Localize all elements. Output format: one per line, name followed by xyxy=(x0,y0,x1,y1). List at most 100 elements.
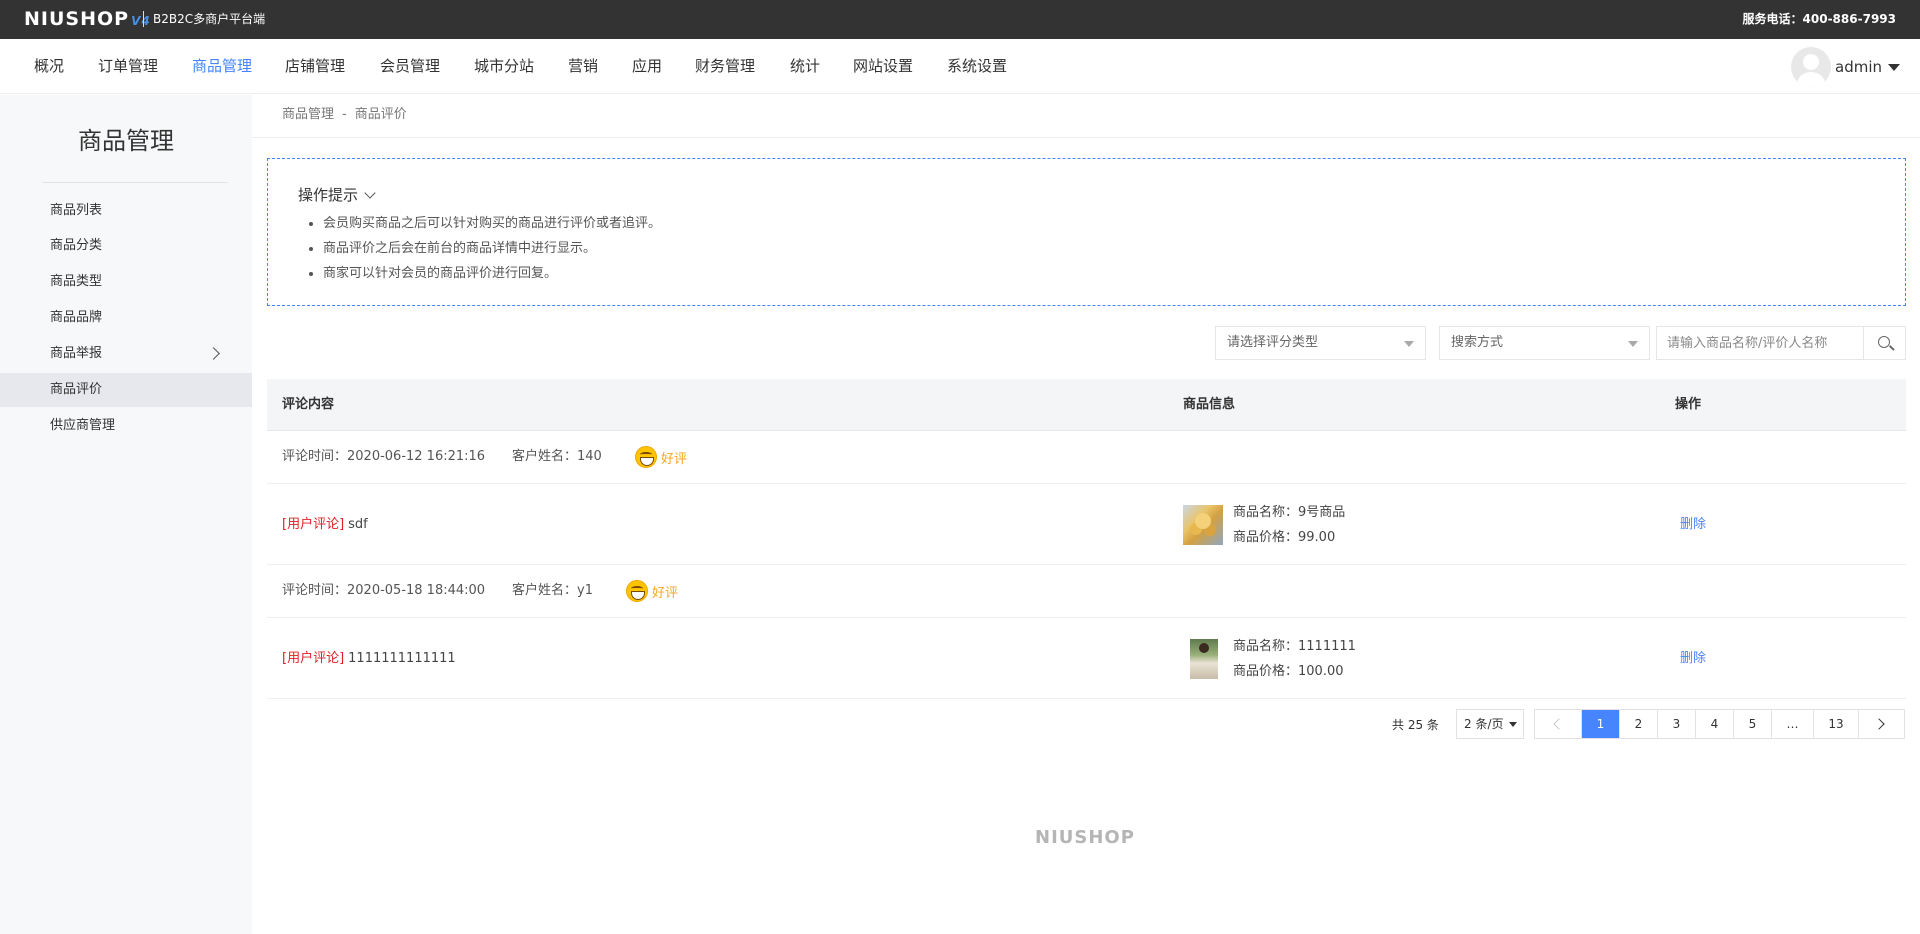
pagination-page[interactable]: 2 xyxy=(1619,710,1657,738)
rating-badge: 好评 xyxy=(626,580,678,602)
nav-goods[interactable]: 商品管理 xyxy=(192,56,252,76)
tip-item: 商品评价之后会在前台的商品详情中进行显示。 xyxy=(323,236,661,261)
search-icon xyxy=(1878,336,1890,348)
review-time: 评论时间：2020-05-18 18:44:00 xyxy=(282,583,486,598)
review-comment: [用户评论] 1111111111111 xyxy=(282,649,456,669)
pagination-page[interactable]: 5 xyxy=(1733,710,1771,738)
nav-city-sites[interactable]: 城市分站 xyxy=(474,56,534,76)
customer-name: 客户姓名：y1 xyxy=(512,583,593,598)
sidebar-item-goods-review[interactable]: 商品评价 xyxy=(0,373,252,407)
sidebar-item-goods-report[interactable]: 商品举报 xyxy=(0,337,252,371)
sidebar-item-goods-list[interactable]: 商品列表 xyxy=(0,194,252,228)
user-name: admin xyxy=(1835,58,1882,76)
sidebar-item-goods-type[interactable]: 商品类型 xyxy=(0,265,252,299)
search-box xyxy=(1656,326,1906,360)
search-mode-select[interactable]: 搜索方式 xyxy=(1439,326,1650,360)
review-time: 评论时间：2020-06-12 16:21:16 xyxy=(282,449,486,464)
dropdown-arrow-icon xyxy=(1404,341,1414,347)
header-goods: 商品信息 xyxy=(1183,397,1236,412)
goods-thumbnail[interactable] xyxy=(1190,639,1218,679)
delete-button[interactable]: 删除 xyxy=(1680,649,1706,669)
breadcrumb-parent[interactable]: 商品管理 xyxy=(282,107,334,122)
nav-site-settings[interactable]: 网站设置 xyxy=(853,56,913,76)
main-nav: 概况 订单管理 商品管理 店铺管理 会员管理 城市分站 营销 应用 财务管理 统… xyxy=(0,39,1920,94)
avatar xyxy=(1791,47,1831,87)
goods-name: 商品名称：1111111 xyxy=(1233,639,1356,654)
sidebar-divider xyxy=(42,182,228,183)
platform-name: B2B2C多商户平台端 xyxy=(153,12,266,26)
pagination-page[interactable]: 4 xyxy=(1695,710,1733,738)
search-button[interactable] xyxy=(1863,327,1905,359)
sidebar-item-supplier[interactable]: 供应商管理 xyxy=(0,409,252,443)
smiley-icon xyxy=(635,446,657,468)
pagination-next[interactable] xyxy=(1858,710,1904,738)
search-mode-placeholder: 搜索方式 xyxy=(1451,335,1504,350)
rating-label: 好评 xyxy=(661,451,688,467)
nav-apps[interactable]: 应用 xyxy=(632,56,662,76)
comment-tag: [用户评论] xyxy=(282,517,345,532)
chevron-down-icon xyxy=(364,187,376,199)
pagination: 1 2 3 4 5 … 13 xyxy=(1534,709,1905,739)
niushop-logo[interactable]: NIUSHOP V4 xyxy=(24,9,151,31)
header-content: 评论内容 xyxy=(282,397,335,412)
logo-version: V4 xyxy=(131,14,151,28)
caret-down-icon xyxy=(1888,63,1900,71)
nav-shops[interactable]: 店铺管理 xyxy=(285,56,345,76)
breadcrumb: 商品管理 - 商品评价 xyxy=(282,106,407,124)
goods-price: 商品价格：99.00 xyxy=(1233,530,1336,545)
score-type-select[interactable]: 请选择评分类型 xyxy=(1215,326,1426,360)
score-type-placeholder: 请选择评分类型 xyxy=(1227,335,1319,350)
chevron-right-icon xyxy=(1873,718,1885,730)
comment-tag: [用户评论] xyxy=(282,651,345,666)
sidebar-title: 商品管理 xyxy=(78,127,174,155)
logo-separator xyxy=(143,11,144,27)
goods-info: 商品名称：9号商品 商品价格：99.00 xyxy=(1233,500,1345,550)
search-input[interactable] xyxy=(1657,327,1864,359)
rating-badge: 好评 xyxy=(635,446,687,468)
nav-marketing[interactable]: 营销 xyxy=(568,56,598,76)
footer-logo: NIUSHOP xyxy=(1035,827,1135,848)
pagination-page[interactable]: 3 xyxy=(1657,710,1695,738)
nav-orders[interactable]: 订单管理 xyxy=(98,56,158,76)
goods-name: 商品名称：9号商品 xyxy=(1233,505,1346,520)
chevron-left-icon xyxy=(1553,718,1565,730)
goods-thumbnail[interactable] xyxy=(1183,505,1223,545)
nav-finance[interactable]: 财务管理 xyxy=(695,56,755,76)
breadcrumb-current: 商品评价 xyxy=(354,107,407,122)
nav-statistics[interactable]: 统计 xyxy=(790,56,820,76)
service-phone: 服务电话：400-886-7993 xyxy=(1742,12,1896,26)
pagination-page[interactable]: 1 xyxy=(1581,710,1619,738)
table-row: [用户评论] sdf 商品名称：9号商品 商品价格：99.00 删除 xyxy=(267,484,1906,565)
tip-item: 商家可以针对会员的商品评价进行回复。 xyxy=(323,261,661,286)
page-size-select[interactable]: 2 条/页 xyxy=(1456,709,1524,739)
customer-name: 客户姓名：140 xyxy=(512,449,602,464)
nav-overview[interactable]: 概况 xyxy=(34,56,64,76)
sidebar-item-goods-brand[interactable]: 商品品牌 xyxy=(0,301,252,335)
sidebar-item-goods-category[interactable]: 商品分类 xyxy=(0,229,252,263)
top-bar: NIUSHOP V4 B2B2C多商户平台端 服务电话：400-886-7993 xyxy=(0,0,1920,39)
comment-text: sdf xyxy=(348,517,368,532)
review-comment: [用户评论] sdf xyxy=(282,515,368,535)
pagination-page[interactable]: 13 xyxy=(1813,710,1858,738)
delete-button[interactable]: 删除 xyxy=(1680,515,1706,535)
pagination-prev[interactable] xyxy=(1535,710,1581,738)
tips-title: 操作提示 xyxy=(298,186,359,204)
pagination-ellipsis[interactable]: … xyxy=(1771,710,1813,738)
tips-list: 会员购买商品之后可以针对购买的商品进行评价或者追评。 商品评价之后会在前台的商品… xyxy=(323,211,661,286)
operation-tips: 操作提示 会员购买商品之后可以针对购买的商品进行评价或者追评。 商品评价之后会在… xyxy=(267,158,1906,306)
pagination-total: 共 25 条 xyxy=(1392,718,1439,732)
nav-system-settings[interactable]: 系统设置 xyxy=(947,56,1007,76)
sidebar-item-label: 商品举报 xyxy=(50,346,103,361)
search-icon-handle xyxy=(1889,345,1895,351)
breadcrumb-divider xyxy=(252,137,1920,138)
table-row-meta: 评论时间：2020-06-12 16:21:16 客户姓名：140 好评 xyxy=(267,431,1906,484)
goods-price: 商品价格：100.00 xyxy=(1233,664,1344,679)
goods-info: 商品名称：1111111 商品价格：100.00 xyxy=(1233,634,1356,684)
comment-text: 1111111111111 xyxy=(348,651,456,666)
tip-item: 会员购买商品之后可以针对购买的商品进行评价或者追评。 xyxy=(323,211,661,236)
dropdown-arrow-icon xyxy=(1509,722,1517,727)
nav-members[interactable]: 会员管理 xyxy=(380,56,440,76)
table-row-meta: 评论时间：2020-05-18 18:44:00 客户姓名：y1 好评 xyxy=(267,565,1906,618)
tips-toggle[interactable]: 操作提示 xyxy=(298,185,376,205)
user-menu[interactable]: admin xyxy=(1791,47,1900,87)
